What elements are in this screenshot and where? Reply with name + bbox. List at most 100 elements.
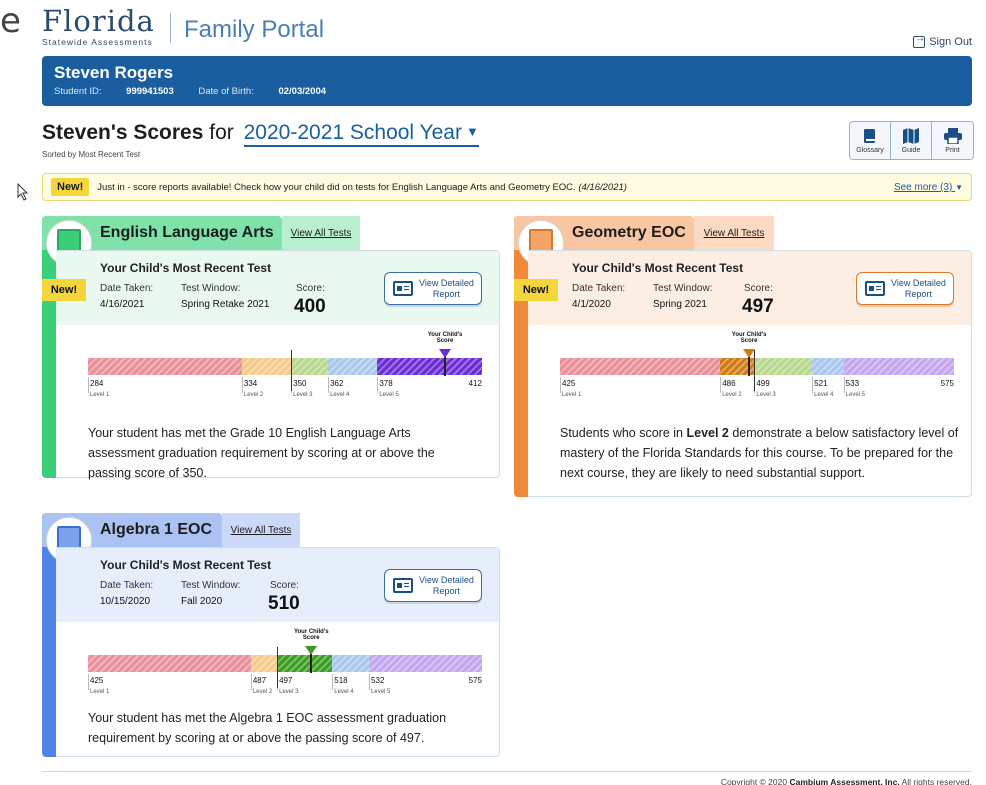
level-2-segment: [250, 655, 278, 672]
cut-score-362: 362: [330, 379, 344, 388]
portal-title: Family Portal: [184, 16, 325, 43]
date-taken-label: Date Taken:: [572, 283, 626, 294]
glossary-button[interactable]: Glossary: [850, 122, 891, 159]
florida-logo[interactable]: Florida Statewide Assessments: [42, 7, 155, 48]
report-label-line1: View Detailed: [419, 575, 474, 586]
cut-score-425: 425: [90, 676, 104, 685]
level-5-segment: [369, 655, 482, 672]
new-flag: New!: [42, 279, 86, 301]
student-meta: Student ID: 999941503 Date of Birth: 02/…: [54, 86, 960, 97]
new-flag: New!: [514, 279, 558, 301]
map-icon: [902, 127, 920, 145]
level-4-label: Level 4: [334, 689, 354, 695]
new-scores-notice: New! Just in - score reports available! …: [42, 173, 972, 201]
cut-score-378: 378: [379, 379, 393, 388]
card-algebra-1-eoc: Algebra 1 EOC View All Tests Your Child'…: [42, 513, 500, 757]
level-1-segment: [560, 358, 721, 375]
report-button-label: View Detailed Report: [419, 575, 474, 596]
recent-test-title: Your Child's Most Recent Test: [100, 558, 272, 572]
test-info: New! Your Child's Most Recent Test Date …: [514, 251, 971, 325]
report-label-line2: Report: [432, 288, 460, 299]
report-label-line2: Report: [432, 585, 460, 596]
sign-out-link[interactable]: Sign Out: [913, 33, 972, 48]
guide-button[interactable]: Guide: [891, 122, 932, 159]
sign-out-icon: [913, 33, 926, 48]
level-5-label: Level 5: [371, 689, 391, 695]
cut-score-497: 497: [279, 676, 293, 685]
score-label: Score:: [296, 283, 325, 294]
cut-score-284: 284: [90, 379, 104, 388]
score-marker-line: [444, 357, 447, 376]
marker-label-line2: Score: [740, 338, 758, 345]
level-4-label: Level 4: [330, 392, 350, 398]
passing-score-line: [291, 350, 293, 391]
cut-score-575: 575: [940, 379, 954, 388]
level-1-segment: [88, 655, 251, 672]
scale-tick: [88, 377, 89, 393]
copyright-prefix: Copyright © 2020: [720, 777, 788, 785]
view-detailed-report-button[interactable]: View Detailed Report: [384, 569, 482, 602]
level-3-label: Level 3: [756, 392, 776, 398]
level-2-label: Level 2: [722, 392, 742, 398]
test-info: New! Your Child's Most Recent Test Date …: [42, 251, 499, 325]
marker-label-line1: Your Child's: [731, 332, 767, 338]
recent-test-title: Your Child's Most Recent Test: [100, 261, 272, 275]
view-all-tests-link[interactable]: View All Tests: [694, 216, 774, 250]
date-of-birth: 02/03/2004: [278, 86, 327, 97]
date-taken-label: Date Taken:: [100, 283, 154, 294]
cut-score-518: 518: [334, 676, 348, 685]
view-detailed-report-button[interactable]: View Detailed Report: [856, 272, 954, 305]
print-button[interactable]: Print: [932, 122, 973, 159]
score-description: Your student has met the Grade 10 Englis…: [88, 426, 435, 480]
logo-subtitle: Statewide Assessments: [42, 37, 153, 47]
score-value: 510: [268, 593, 300, 614]
score-scale: Level 1 Level 2 Level 3 Level 4 Level 5 425 48…: [528, 325, 971, 413]
notice-text: Just in - score reports available! Check…: [97, 182, 627, 193]
level-1-label: Level 1: [562, 392, 582, 398]
company-name: Cambium Assessment, Inc.: [789, 777, 900, 785]
view-detailed-report-button[interactable]: View Detailed Report: [384, 272, 482, 305]
cut-score-521: 521: [814, 379, 828, 388]
student-id-label: Student ID:: [54, 86, 102, 97]
scale-tick: [88, 674, 89, 690]
score-label: Score:: [744, 283, 773, 294]
card-body: New! Your Child's Most Recent Test Date …: [514, 250, 972, 497]
level-2-segment: [241, 358, 292, 375]
level-2-label: Level 2: [252, 689, 273, 695]
school-year-select[interactable]: 2020-2021 School Year ▼: [243, 121, 479, 147]
level-3-segment: [754, 358, 813, 375]
scale-tick: [241, 377, 243, 393]
notice-date: (4/16/2021): [578, 181, 627, 193]
cut-score-334: 334: [243, 379, 258, 388]
tool-buttons: Glossary Guide Print: [849, 121, 974, 160]
view-all-tests-link[interactable]: View All Tests: [222, 513, 300, 547]
description-prefix: Students who score in: [560, 426, 683, 440]
cut-score-533: 533: [845, 379, 860, 388]
guide-label: Guide: [901, 146, 921, 154]
view-all-tests-link[interactable]: View All Tests: [282, 216, 360, 250]
level-5-label: Level 5: [845, 392, 866, 398]
marker-label-line2: Score: [302, 635, 320, 642]
printer-icon: [943, 127, 962, 145]
level-3-segment: [291, 358, 329, 375]
scores-title-for: for: [209, 121, 234, 144]
copyright: Copyright © 2020 Cambium Assessment, Inc…: [721, 777, 972, 785]
marker-label-line2: Score: [436, 338, 454, 345]
see-more-link[interactable]: See more (3) ▼: [894, 182, 963, 193]
scale-tick: [369, 674, 371, 690]
report-button-label: View Detailed Report: [891, 278, 946, 299]
student-banner: Steven Rogers Student ID: 999941503 Date…: [42, 56, 972, 106]
report-icon: [865, 281, 885, 296]
cut-score-487: 487: [252, 676, 267, 685]
test-window-label: Test Window:: [181, 283, 241, 294]
report-label-line1: View Detailed: [419, 278, 474, 289]
level-2-label: Level 2: [243, 392, 264, 398]
passing-score-line: [277, 647, 279, 688]
report-label-line2: Report: [904, 288, 932, 299]
score-label: Score:: [270, 580, 299, 591]
school-year-value: 2020-2021 School Year: [243, 121, 462, 144]
cut-score-486: 486: [722, 379, 736, 388]
student-name: Steven Rogers: [54, 63, 174, 82]
description-level: Level 2: [686, 426, 729, 440]
subject-title: English Language Arts: [100, 224, 274, 241]
